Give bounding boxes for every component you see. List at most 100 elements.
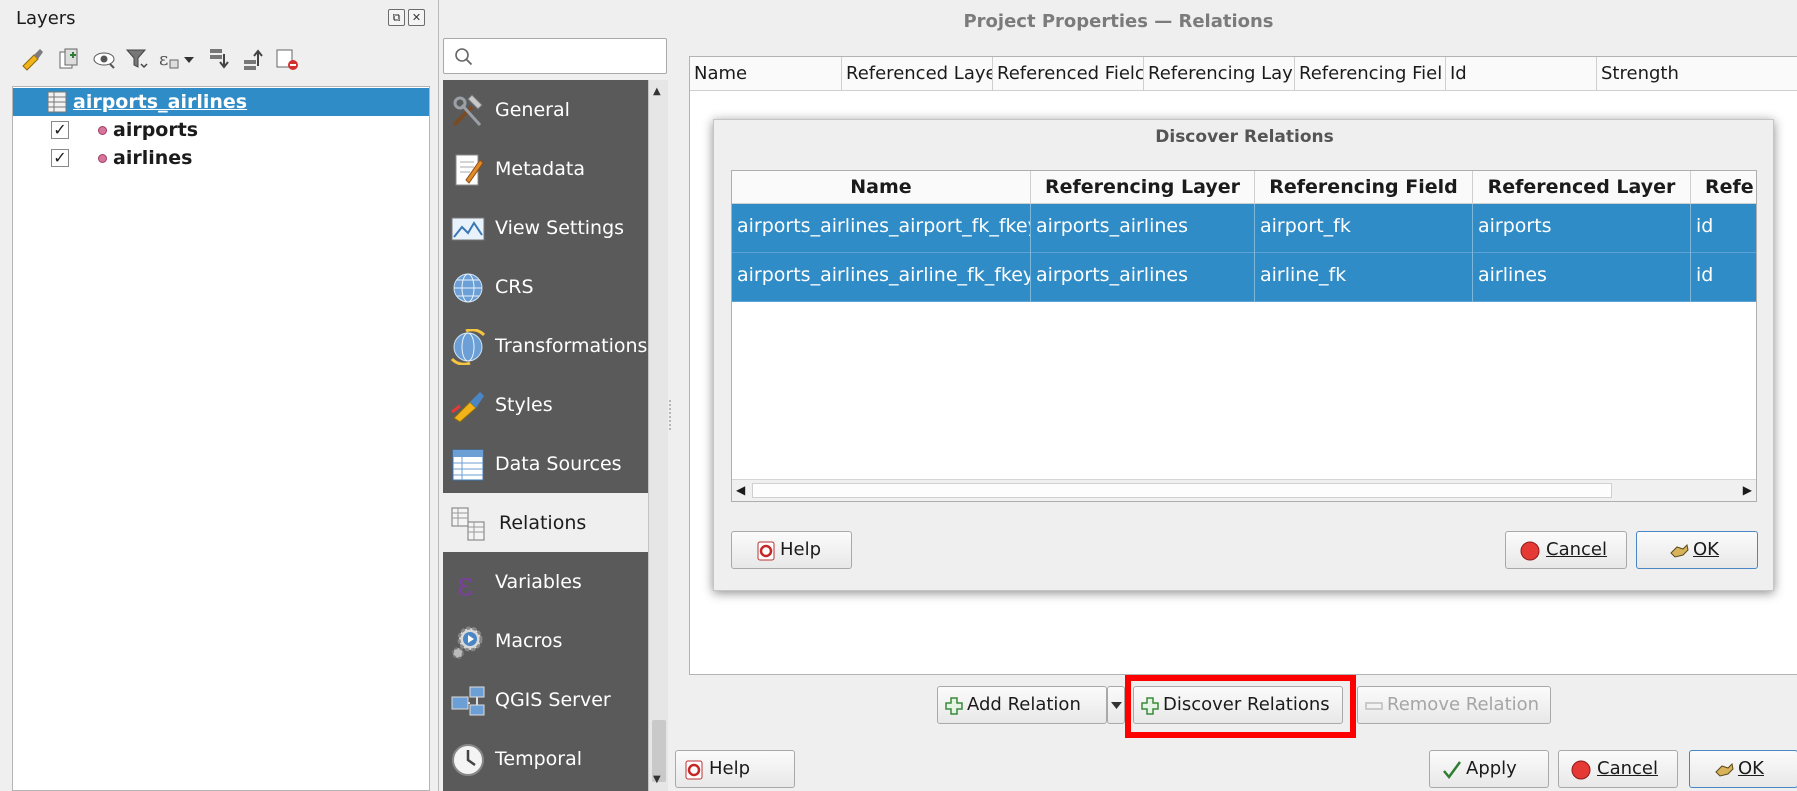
dialog-help-button[interactable]: Help <box>731 531 852 569</box>
dialog-cancel-button[interactable]: Cancel <box>1505 531 1627 569</box>
apply-button[interactable]: Apply <box>1429 750 1549 788</box>
column-header[interactable]: Referencing Lay <box>1144 57 1295 91</box>
table-cell: airports <box>1473 204 1691 253</box>
hammer-wrench-icon <box>452 94 483 127</box>
restore-icon[interactable]: ⧉ <box>388 9 405 26</box>
epsilon-icon: ε <box>457 565 474 601</box>
add-relation-button[interactable]: Add Relation <box>937 686 1107 724</box>
column-header[interactable]: Referenced Laye <box>842 57 993 91</box>
table-row[interactable]: airports_airlines_airline_fk_fkey airpor… <box>732 253 1756 302</box>
nav-label: CRS <box>495 276 534 298</box>
button-label: OK <box>1693 539 1719 560</box>
scroll-down-icon[interactable]: ▼ <box>653 774 661 785</box>
layer-tree: airports_airlines ✓ airports ✓ airlines <box>12 86 430 791</box>
svg-text:ε: ε <box>159 49 168 70</box>
search-icon <box>455 48 473 66</box>
style-manager-icon[interactable] <box>20 46 46 72</box>
column-header[interactable]: Referenced Layer <box>1473 171 1691 204</box>
layers-panel: Layers ⧉ ✕ ε airports_airlines ✓ airport… <box>0 0 432 791</box>
column-header[interactable]: Name <box>690 57 842 91</box>
globe-icon <box>453 273 483 303</box>
nav-item-view-settings[interactable]: View Settings <box>443 198 648 257</box>
nav-label: Temporal <box>495 748 582 770</box>
column-header[interactable]: Id <box>1446 57 1597 91</box>
scroll-thumb[interactable] <box>752 483 1612 498</box>
close-icon[interactable]: ✕ <box>408 9 425 26</box>
nav-item-general[interactable]: General <box>443 80 648 139</box>
table-header: Name Referencing Layer Referencing Field… <box>732 171 1756 204</box>
remove-relation-button[interactable]: Remove Relation <box>1357 686 1551 724</box>
column-header[interactable]: Referencing Fiel <box>1295 57 1446 91</box>
table-cell: airline_fk <box>1255 253 1473 302</box>
layer-visibility-checkbox[interactable]: ✓ <box>51 149 69 167</box>
clock-icon <box>452 744 484 776</box>
scroll-thumb[interactable] <box>652 720 666 782</box>
add-relation-menu-button[interactable] <box>1107 686 1125 724</box>
collapse-all-icon[interactable] <box>240 46 266 72</box>
help-icon <box>757 541 775 561</box>
layer-label: airlines <box>113 147 193 169</box>
table-layer-icon <box>47 91 67 113</box>
column-header[interactable]: Referencing Layer <box>1031 171 1255 204</box>
visibility-icon[interactable] <box>92 46 118 72</box>
button-label: Cancel <box>1546 539 1607 560</box>
nav-item-relations[interactable]: Relations <box>443 493 648 552</box>
column-header[interactable]: Referenced Fielc <box>993 57 1144 91</box>
filter-legend-icon[interactable] <box>124 46 150 72</box>
nav-item-data-sources[interactable]: Data Sources <box>443 434 648 493</box>
dropdown-arrow-icon[interactable] <box>182 46 196 72</box>
layer-row-airports[interactable]: ✓ airports <box>13 116 429 144</box>
nav-item-macros[interactable]: Macros <box>443 611 648 670</box>
nav-label: Transformations <box>495 335 648 357</box>
add-group-icon[interactable] <box>56 46 82 72</box>
search-input[interactable] <box>480 43 660 69</box>
column-header[interactable]: Referencing Field <box>1255 171 1473 204</box>
nav-item-qgis-server[interactable]: QGIS Server <box>443 670 648 729</box>
help-button[interactable]: Help <box>675 750 795 788</box>
button-label: Help <box>780 539 822 560</box>
nav-item-crs[interactable]: CRS <box>443 257 648 316</box>
ok-hand-icon <box>1715 762 1734 777</box>
remove-layer-icon[interactable] <box>274 46 300 72</box>
column-header[interactable]: Name <box>732 171 1031 204</box>
layer-row-airports-airlines[interactable]: airports_airlines <box>13 88 429 116</box>
server-icon <box>451 686 485 716</box>
expand-all-icon[interactable] <box>206 46 232 72</box>
nav-label: Styles <box>495 394 553 416</box>
column-header[interactable]: Strength <box>1597 57 1797 91</box>
nav-label: QGIS Server <box>495 689 611 711</box>
view-settings-icon <box>451 217 485 241</box>
discovered-relations-table[interactable]: Name Referencing Layer Referencing Field… <box>731 170 1757 502</box>
nav-item-variables[interactable]: ε Variables <box>443 552 648 611</box>
discover-relations-dialog: Discover Relations Name Referencing Laye… <box>713 119 1774 591</box>
stop-icon <box>1571 760 1591 780</box>
dialog-ok-button[interactable]: OK <box>1636 531 1758 569</box>
nav-item-metadata[interactable]: Metadata <box>443 139 648 198</box>
column-header[interactable]: Refe <box>1691 171 1756 204</box>
horizontal-scrollbar[interactable]: ◀ ▶ <box>732 479 1756 501</box>
ok-button[interactable]: OK <box>1689 750 1797 788</box>
layer-visibility-checkbox[interactable]: ✓ <box>51 121 69 139</box>
nav-item-temporal[interactable]: Temporal <box>443 729 648 788</box>
button-label: Apply <box>1466 758 1517 779</box>
table-cell: airlines <box>1473 253 1691 302</box>
table-row[interactable]: airports_airlines_airport_fk_fkey airpor… <box>732 204 1756 253</box>
relations-icon <box>451 507 485 541</box>
table-cell: airports_airlines_airport_fk_fkey <box>732 204 1031 253</box>
gear-play-icon <box>452 626 483 659</box>
nav-label: Variables <box>495 571 582 593</box>
filter-expression-icon[interactable]: ε <box>156 46 182 72</box>
scroll-right-icon[interactable]: ▶ <box>1743 483 1752 497</box>
scroll-up-icon[interactable]: ▲ <box>653 86 661 97</box>
splitter-handle[interactable] <box>669 400 675 430</box>
cancel-button[interactable]: Cancel <box>1558 750 1678 788</box>
button-label: Cancel <box>1597 758 1658 779</box>
nav-item-styles[interactable]: Styles <box>443 375 648 434</box>
remove-icon <box>1365 702 1383 710</box>
nav-scrollbar[interactable]: ▲ ▼ <box>648 80 668 791</box>
scroll-left-icon[interactable]: ◀ <box>736 483 745 497</box>
search-box[interactable] <box>443 38 667 74</box>
layer-row-airlines[interactable]: ✓ airlines <box>13 144 429 172</box>
nav-item-transformations[interactable]: Transformations <box>443 316 648 375</box>
nav-label: Metadata <box>495 158 585 180</box>
